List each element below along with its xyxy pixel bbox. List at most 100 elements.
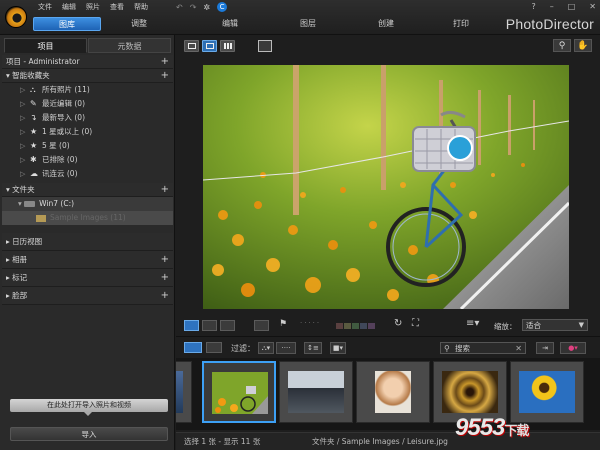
add-album-icon[interactable]: +	[161, 251, 169, 269]
faces-header[interactable]: ▸ 脸部 +	[2, 287, 173, 305]
maximize-button[interactable]: □	[568, 2, 576, 11]
expand-arrow-icon[interactable]: ▷	[20, 139, 25, 153]
crop-icon[interactable]: ⛶	[412, 318, 419, 329]
color-label-green[interactable]	[352, 323, 359, 329]
filter-type-dropdown[interactable]: ■▾	[330, 342, 346, 354]
smart-item-cloud[interactable]: ▷ ☁ 讯连云 (0)	[2, 167, 173, 181]
thumbnail-image	[212, 372, 268, 414]
smart-item-excluded[interactable]: ▷ ✱ 已排除 (0)	[2, 153, 173, 167]
tab-layers[interactable]: 图层	[271, 17, 345, 31]
add-folder-icon[interactable]: +	[161, 183, 169, 197]
cyberlink-cloud-icon[interactable]: C	[217, 2, 228, 12]
export-button[interactable]: ⇥	[536, 342, 554, 354]
settings-icon[interactable]: ✲	[203, 3, 210, 12]
face-tag-button[interactable]	[254, 320, 269, 331]
calendar-view-header[interactable]: ▸ 日历视图	[2, 233, 173, 251]
single-view-button[interactable]	[184, 320, 199, 331]
tab-project[interactable]: 项目	[4, 38, 87, 53]
thumbnail[interactable]	[356, 361, 430, 423]
tab-metadata[interactable]: 元数据	[88, 38, 171, 53]
clear-icon[interactable]: ✕	[515, 343, 522, 354]
tags-header[interactable]: ▸ 标记 +	[2, 269, 173, 287]
menu-help[interactable]: 帮助	[134, 2, 148, 12]
smart-item-all-photos[interactable]: ▷ ⛬ 所有照片 (11)	[2, 83, 173, 97]
rating-stars[interactable]: ·····	[300, 319, 321, 327]
pan-hand-button[interactable]: ✋	[574, 39, 592, 52]
expand-arrow-icon[interactable]: ▷	[20, 97, 25, 111]
watermark-logo: 9553下载	[455, 414, 529, 442]
rotate-icon[interactable]: ↻	[394, 318, 402, 329]
drive-label: Win7 (C:)	[39, 199, 75, 208]
color-label-yellow[interactable]	[344, 323, 351, 329]
albums-header[interactable]: ▸ 相册 +	[2, 251, 173, 269]
list-view-button[interactable]	[206, 342, 222, 353]
add-smart-collection-icon[interactable]: +	[161, 69, 169, 83]
grid-view-button[interactable]	[220, 40, 235, 52]
thumbnail-partial[interactable]	[176, 361, 192, 423]
add-project-icon[interactable]: +	[161, 55, 169, 69]
compare-two-button[interactable]	[202, 320, 217, 331]
smart-collections-label: 智能收藏夹	[12, 71, 50, 80]
zoom-dropdown[interactable]: 适合 ▼	[522, 319, 588, 331]
filter-people-dropdown[interactable]: ⛬▾	[258, 342, 274, 354]
flag-icon[interactable]: ⚑	[279, 319, 287, 329]
folder-item-sample-images[interactable]: Sample Images (11)	[2, 211, 173, 225]
expand-arrow-icon[interactable]: ▷	[20, 111, 25, 125]
tab-print[interactable]: 打印	[427, 17, 495, 31]
undo-icon[interactable]: ↶	[176, 3, 183, 12]
watermark-text: 9553	[455, 414, 505, 441]
smart-item-recent-edits[interactable]: ▷ ✎ 最近编辑 (0)	[2, 97, 173, 111]
compare-view-button[interactable]	[258, 40, 272, 52]
tab-create[interactable]: 创建	[349, 17, 423, 31]
image-toolbar: ⚑ ····· ↻ ⛶ ≡▾ 缩放： 适合 ▼	[176, 315, 600, 337]
color-label-blue[interactable]	[360, 323, 367, 329]
close-button[interactable]: ✕	[589, 2, 596, 11]
thumbnail-selected[interactable]	[202, 361, 276, 423]
thumbnail-image	[176, 371, 183, 413]
menu-file[interactable]: 文件	[38, 2, 52, 12]
tab-edit[interactable]: 编辑	[193, 17, 267, 31]
filmstrip-view-button[interactable]	[184, 342, 202, 353]
smart-item-one-star[interactable]: ▷ ★ 1 星或以上 (0)	[2, 125, 173, 139]
expand-arrow-icon[interactable]: ▷	[20, 153, 25, 167]
menu-view[interactable]: 查看	[110, 2, 124, 12]
loupe-view-button[interactable]	[184, 40, 199, 52]
color-label-red[interactable]	[336, 323, 343, 329]
multi-view-button[interactable]	[220, 320, 235, 331]
expand-arrow-icon[interactable]: ▷	[20, 167, 25, 181]
smart-item-five-star[interactable]: ▷ ★ 5 星 (0)	[2, 139, 173, 153]
calendar-view-label: 日历视图	[12, 237, 43, 246]
tab-adjust[interactable]: 调整	[105, 17, 173, 31]
folders-header[interactable]: ▾ 文件夹 +	[2, 183, 173, 197]
menu-edit[interactable]: 编辑	[62, 2, 76, 12]
color-label-purple[interactable]	[368, 323, 375, 329]
drive-item[interactable]: ▾ Win7 (C:)	[2, 197, 173, 211]
smart-collections-header[interactable]: ▾ 智能收藏夹 +	[2, 69, 173, 83]
main-photo[interactable]	[203, 65, 569, 309]
search-zoom-button[interactable]: ⚲	[553, 39, 571, 52]
thumbnail-image	[375, 371, 411, 413]
add-tag-icon[interactable]: +	[161, 269, 169, 287]
menu-photo[interactable]: 照片	[86, 2, 100, 12]
expand-arrow-icon[interactable]: ▷	[20, 83, 25, 97]
redo-icon[interactable]: ↷	[190, 3, 197, 12]
chevron-down-icon: ▼	[578, 321, 584, 329]
add-face-icon[interactable]: +	[161, 287, 169, 305]
search-placeholder: 搜索	[455, 344, 470, 353]
sort-icon[interactable]: ≡▾	[466, 318, 479, 329]
search-input[interactable]: ⚲ 搜索 ✕	[440, 342, 526, 354]
project-header: 项目 - Administrator +	[2, 55, 173, 69]
help-button[interactable]: ?	[531, 2, 535, 11]
thumbnail[interactable]	[279, 361, 353, 423]
expand-arrow-icon[interactable]: ▷	[20, 125, 25, 139]
smart-item-recent-imports[interactable]: ▷ ↴ 最新导入 (0)	[2, 111, 173, 125]
share-button[interactable]: ●▾	[560, 342, 586, 354]
sort-order-dropdown[interactable]: ↕≡	[304, 342, 322, 354]
tab-library[interactable]: 图库	[33, 17, 101, 31]
minimize-button[interactable]: –	[550, 2, 554, 11]
color-labels[interactable]	[336, 323, 375, 329]
thumbnail-view-button[interactable]	[202, 40, 217, 52]
menu-bar: 文件 编辑 照片 查看 帮助	[38, 2, 148, 12]
filter-dots-dropdown[interactable]: ····	[276, 342, 296, 354]
import-button[interactable]: 导入	[10, 427, 168, 441]
